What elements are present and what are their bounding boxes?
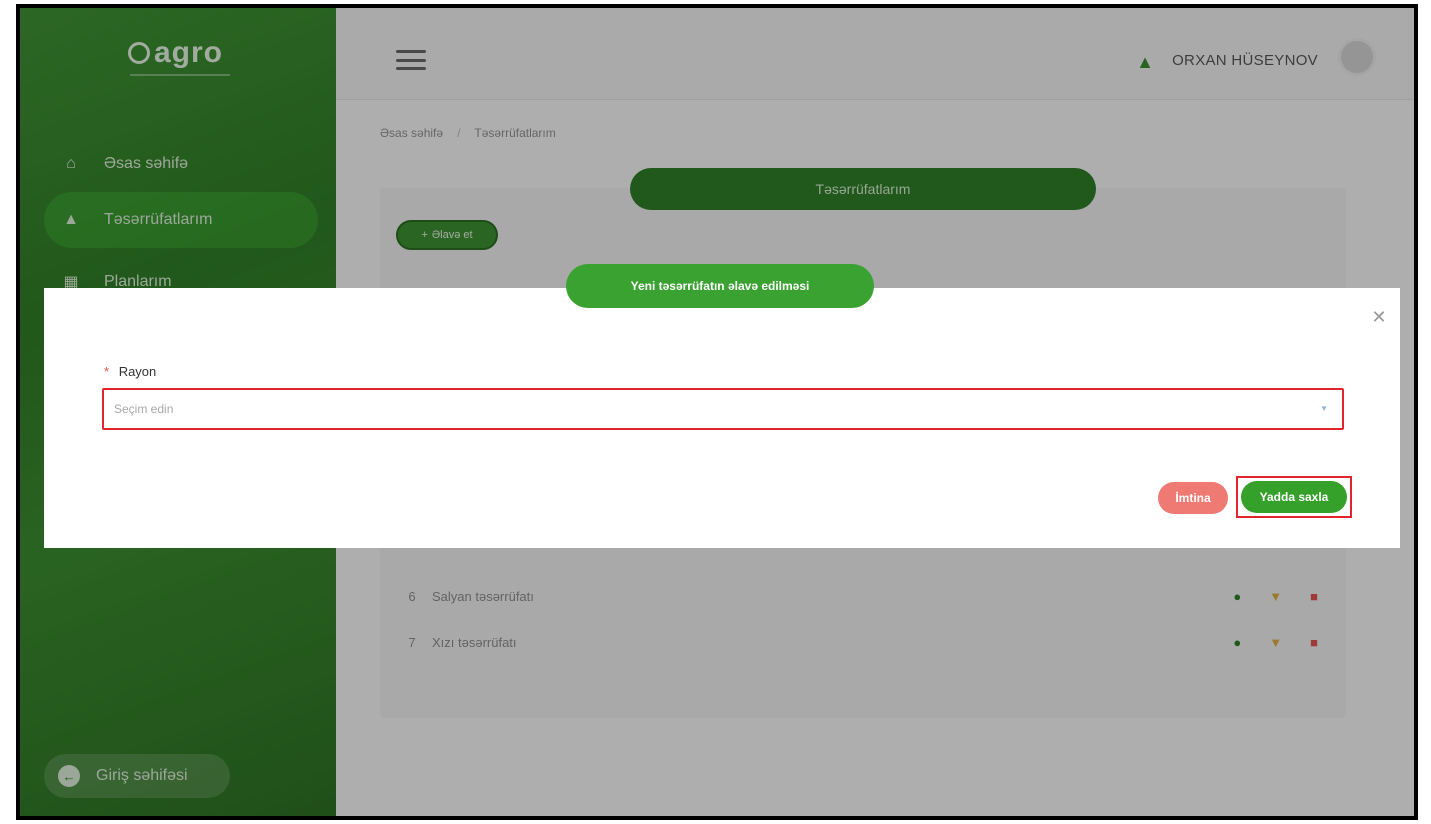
modal-title: Yeni təsərrüfatın əlavə edilməsi <box>566 264 874 308</box>
save-button[interactable]: Yadda saxla <box>1241 481 1347 513</box>
save-button-highlight: Yadda saxla <box>1236 476 1352 518</box>
rayon-select[interactable]: Seçim edin ▼ <box>102 388 1344 430</box>
close-icon[interactable]: ✕ <box>1370 308 1388 326</box>
add-farm-modal: ✕ * Rayon Seçim edin ▼ İmtina Yadda saxl… <box>44 288 1400 548</box>
rayon-select-placeholder: Seçim edin <box>114 402 174 416</box>
app-window: agro ⌂ Əsas səhifə ▲ Təsərrüfatlarım ▦ P… <box>16 4 1418 820</box>
required-mark: * <box>104 364 110 379</box>
cancel-button[interactable]: İmtina <box>1158 482 1228 514</box>
rayon-label-text: Rayon <box>118 364 157 379</box>
rayon-label: * Rayon <box>104 364 156 379</box>
chevron-down-icon: ▼ <box>1320 404 1328 413</box>
